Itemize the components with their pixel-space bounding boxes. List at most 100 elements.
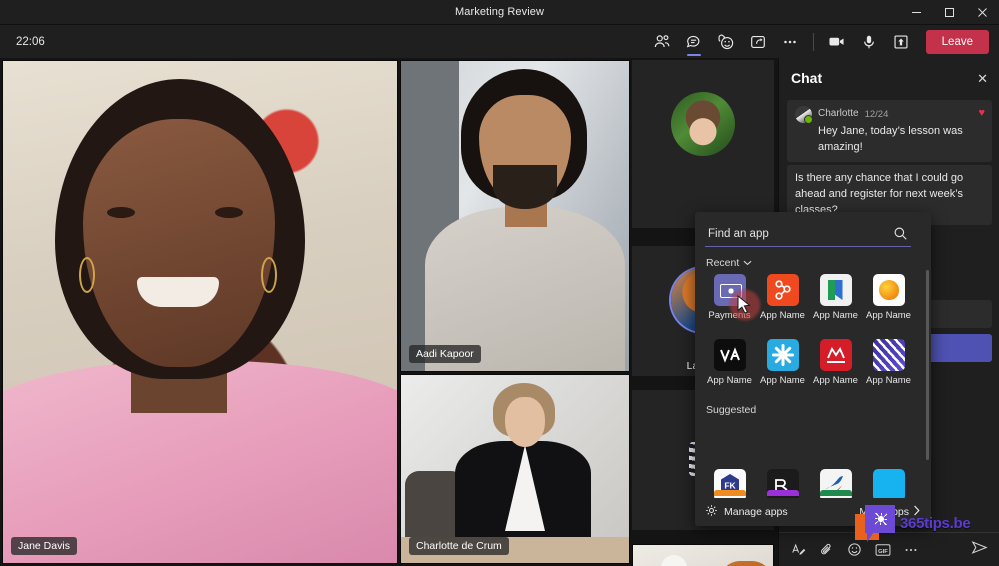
toolbar-actions: Leave <box>646 27 989 57</box>
name-badge: Jane Davis <box>11 537 77 555</box>
people-icon[interactable] <box>646 27 678 57</box>
watermark: 365tips.be <box>855 505 970 541</box>
manage-apps-button[interactable]: Manage apps <box>705 504 788 520</box>
app-icon <box>820 469 852 501</box>
jane-eye-right <box>215 207 243 218</box>
svg-text:FK: FK <box>724 481 736 491</box>
video-tile-aadi[interactable]: Aadi Kapoor <box>400 60 630 372</box>
app-icon <box>873 274 905 306</box>
message-bubble: Charlotte 12/24 ♥ Hey Jane, today’s less… <box>787 100 992 162</box>
section-recent-label: Recent <box>706 257 739 269</box>
maximize-button[interactable] <box>933 0 966 25</box>
app-icon <box>820 274 852 306</box>
app-icon <box>820 339 852 371</box>
app-icon <box>767 274 799 306</box>
app-sug-7[interactable] <box>809 490 862 496</box>
message-header: Charlotte 12/24 <box>795 106 984 123</box>
window-controls <box>900 0 999 25</box>
reactions-icon[interactable] <box>710 27 742 57</box>
app-icon <box>767 469 799 501</box>
app-label: App Name <box>760 375 805 386</box>
close-icon[interactable]: ✕ <box>977 72 988 85</box>
share-icon[interactable] <box>885 27 917 57</box>
name-badge: Aadi Kapoor <box>409 345 481 363</box>
leave-button[interactable]: Leave <box>926 30 989 54</box>
app-search-wrapper <box>705 222 911 247</box>
lightbulb-icon <box>875 513 887 525</box>
app-label: App Name <box>707 375 752 386</box>
jane-smile <box>137 277 219 307</box>
message-sender: Charlotte <box>818 107 859 122</box>
app-icon <box>873 339 905 371</box>
app-icon <box>714 274 746 306</box>
more-icon[interactable] <box>774 27 806 57</box>
format-icon[interactable] <box>791 542 806 557</box>
app-picker-scrollbar[interactable] <box>926 270 929 460</box>
app-sug-6[interactable] <box>756 490 809 496</box>
app-row1-2[interactable]: App Name <box>756 274 809 321</box>
minimize-button[interactable] <box>900 0 933 25</box>
gear-icon <box>705 504 718 520</box>
gif-icon[interactable]: GIF <box>875 543 891 557</box>
app-icon <box>714 339 746 371</box>
window-titlebar: Marketing Review <box>0 0 999 25</box>
app-grid-recent-row2: App Name App Name <box>703 339 915 386</box>
app-row2-3[interactable]: App Name <box>809 339 862 386</box>
chevron-down-icon[interactable] <box>743 257 752 269</box>
app-label: App Name <box>866 310 911 321</box>
rooms-icon[interactable] <box>742 27 774 57</box>
manage-apps-label: Manage apps <box>724 506 788 518</box>
app-row2-2[interactable]: App Name <box>756 339 809 386</box>
heart-reaction-icon[interactable]: ♥ <box>978 106 985 122</box>
video-tile-jane[interactable]: Jane Davis <box>2 60 398 564</box>
section-recent[interactable]: Recent <box>706 257 752 269</box>
app-sug-5[interactable] <box>703 490 756 496</box>
app-row2-4[interactable]: App Name <box>862 339 915 386</box>
app-sug-8-empty <box>862 490 915 496</box>
send-icon[interactable] <box>971 540 988 560</box>
chat-title: Chat <box>791 70 822 86</box>
app-label: App Name <box>813 310 858 321</box>
jane-eye-left <box>107 207 135 218</box>
section-suggested-label: Suggested <box>706 404 756 416</box>
chat-message-charlotte: Charlotte 12/24 ♥ Hey Jane, today’s less… <box>787 100 992 225</box>
mic-icon[interactable] <box>853 27 885 57</box>
chat-header: Chat ✕ <box>779 58 999 98</box>
emoji-icon[interactable] <box>847 542 862 557</box>
window-title: Marketing Review <box>455 6 544 18</box>
more-options-icon[interactable] <box>904 543 918 557</box>
video-tile-partial[interactable] <box>632 544 774 566</box>
participant-beth[interactable]: Beth Davies <box>632 60 774 228</box>
app-picker-popup[interactable]: Recent Payments App Name <box>695 212 931 526</box>
teams-meeting-window: Marketing Review 22:06 <box>0 0 999 566</box>
app-icon <box>767 339 799 371</box>
toolbar-divider <box>813 33 814 51</box>
message-time: 12/24 <box>865 108 889 122</box>
close-button[interactable] <box>966 0 999 25</box>
app-row1-3[interactable]: App Name <box>809 274 862 321</box>
search-icon[interactable] <box>893 226 908 246</box>
app-row1-4[interactable]: App Name <box>862 274 915 321</box>
app-label: App Name <box>760 310 805 321</box>
app-row2-1[interactable]: App Name <box>703 339 756 386</box>
search-input[interactable] <box>705 222 911 247</box>
jane-earring-left <box>79 257 95 293</box>
chat-icon[interactable] <box>678 27 710 57</box>
avatar <box>671 92 735 156</box>
logo-tail <box>867 529 876 542</box>
app-icon <box>767 490 799 496</box>
watermark-logo <box>855 505 897 541</box>
app-payments[interactable]: Payments <box>703 274 756 321</box>
svg-text:GIF: GIF <box>878 548 888 554</box>
app-icon <box>873 469 905 501</box>
name-badge: Charlotte de Crum <box>409 537 509 555</box>
app-grid-suggested-row2-partial <box>703 490 915 496</box>
camera-icon[interactable] <box>821 27 853 57</box>
app-grid-recent-row1: Payments App Name App Name <box>703 274 915 321</box>
video-tile-charlotte[interactable]: Charlotte de Crum <box>400 374 630 564</box>
charlotte-face <box>505 397 545 447</box>
attach-icon[interactable] <box>819 542 834 557</box>
message-text: Hey Jane, today’s lesson was amazing! <box>795 124 984 156</box>
jane-earring-right <box>261 257 277 293</box>
section-suggested: Suggested <box>706 404 756 416</box>
